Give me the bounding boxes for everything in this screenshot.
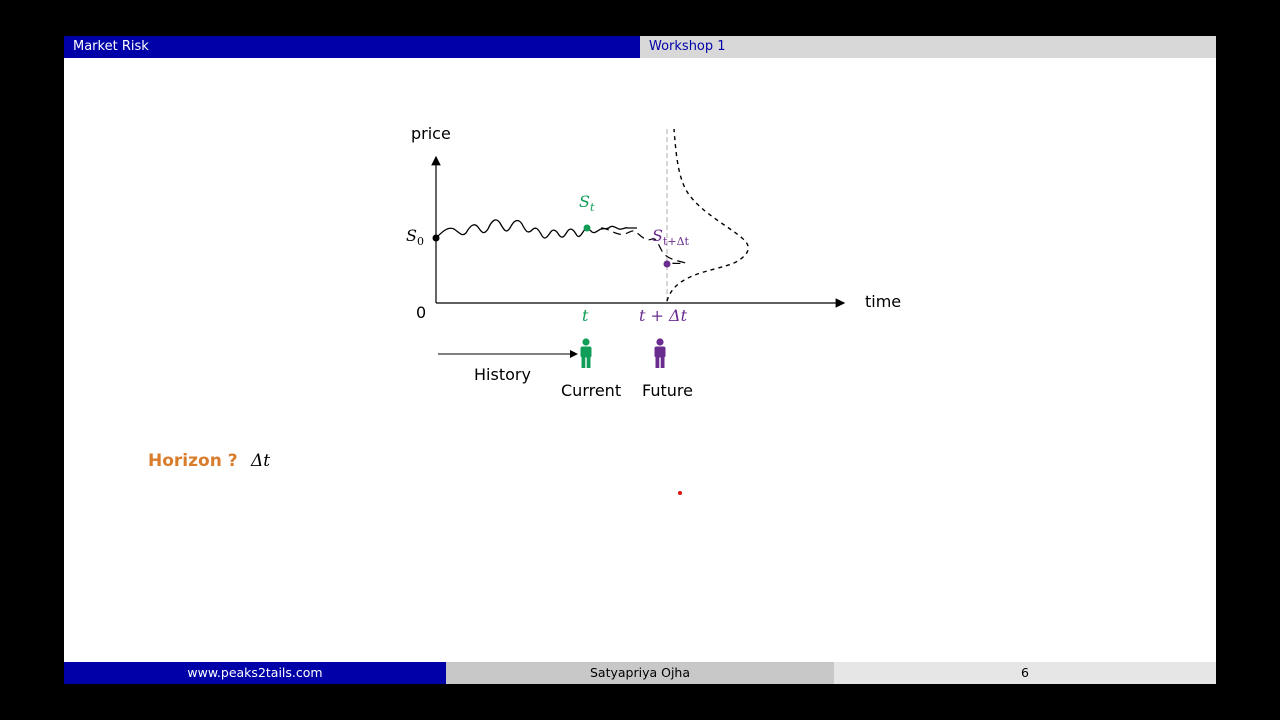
s-future-label: St+Δt bbox=[652, 226, 690, 248]
st-label: St bbox=[579, 192, 595, 214]
price-distribution-curve bbox=[666, 128, 749, 302]
footer-website[interactable]: www.peaks2tails.com bbox=[64, 662, 446, 684]
footer-page-number: 6 bbox=[834, 662, 1216, 684]
s-future-point bbox=[663, 260, 671, 268]
person-icon-future bbox=[654, 338, 666, 368]
t-plus-dt-tick-label: t + Δt bbox=[639, 306, 688, 325]
origin-label: 0 bbox=[416, 303, 426, 322]
horizon-value: Δt bbox=[251, 451, 271, 471]
future-label: Future bbox=[642, 381, 693, 400]
person-icon-current bbox=[580, 338, 592, 368]
y-axis-label: price bbox=[411, 124, 451, 143]
slide-footer: www.peaks2tails.com Satyapriya Ojha 6 bbox=[64, 662, 1216, 684]
price-path-diagram: price time 0 S0 St St+Δt t t + Δt Histor… bbox=[406, 124, 901, 400]
laser-pointer bbox=[678, 491, 682, 495]
st-point bbox=[583, 224, 591, 232]
s0-point bbox=[432, 234, 440, 242]
t-tick-label: t bbox=[582, 306, 589, 325]
slide: Market Risk Workshop 1 price time 0 S0 S… bbox=[64, 36, 1216, 684]
s0-label: S0 bbox=[406, 226, 424, 248]
current-label: Current bbox=[561, 381, 621, 400]
history-label: History bbox=[474, 365, 531, 384]
x-axis-label: time bbox=[865, 292, 901, 311]
footer-author: Satyapriya Ojha bbox=[446, 662, 834, 684]
horizon-question: Horizon ? bbox=[148, 451, 238, 471]
